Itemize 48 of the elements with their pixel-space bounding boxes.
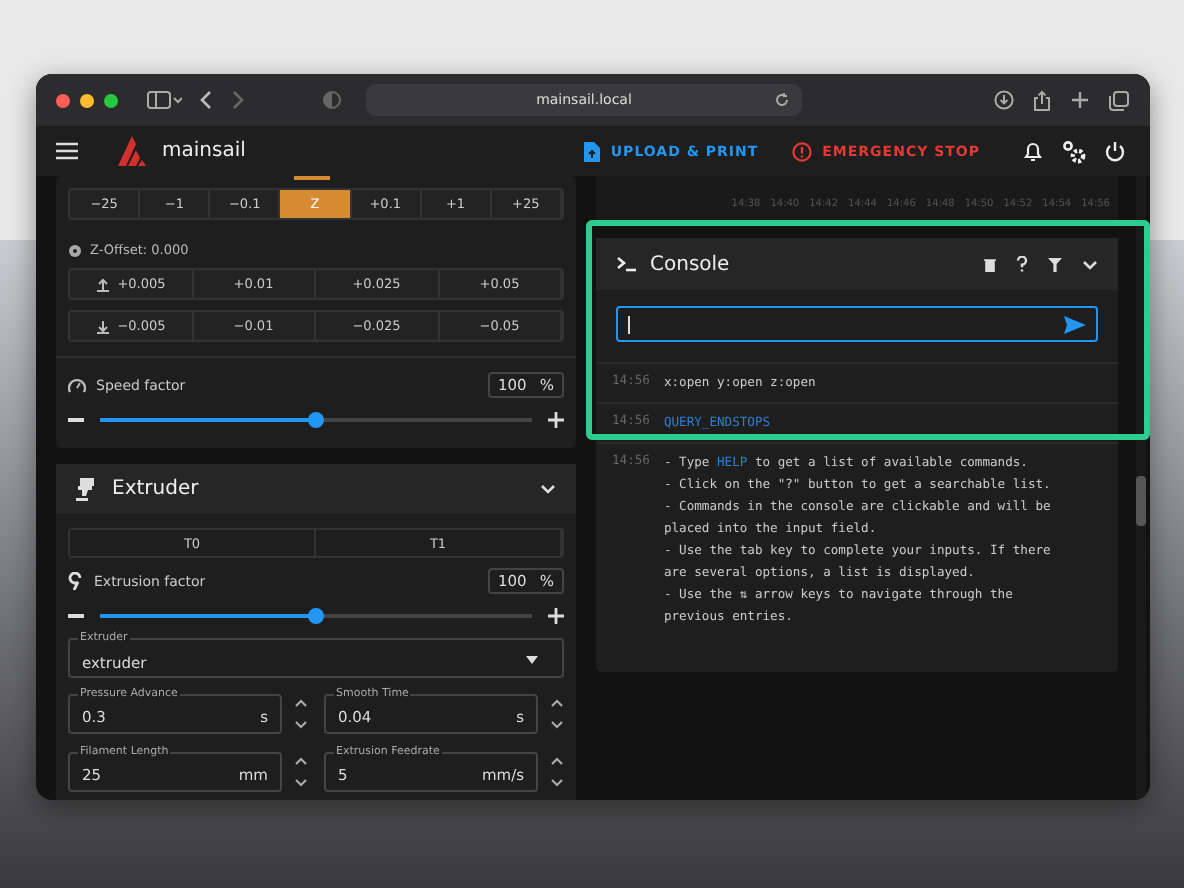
slider-thumb[interactable] — [308, 412, 324, 428]
menu-icon[interactable] — [56, 142, 78, 160]
decrement-icon[interactable] — [550, 778, 564, 788]
bell-icon[interactable] — [1022, 140, 1044, 162]
app-name: mainsail — [162, 140, 246, 162]
plus-icon[interactable] — [1070, 90, 1090, 110]
console-title: Console — [650, 253, 730, 275]
chevron-down-icon[interactable] — [1082, 259, 1098, 269]
sidebar-icon[interactable] — [146, 90, 182, 110]
caret-icon — [526, 656, 538, 664]
chevron-down-icon[interactable] — [540, 484, 556, 494]
share-icon[interactable] — [1032, 89, 1052, 111]
scrollbar[interactable] — [1136, 176, 1146, 800]
raise-icon — [95, 277, 110, 291]
increment-icon[interactable] — [294, 756, 308, 766]
decrement-icon[interactable] — [550, 720, 564, 730]
minimize-icon[interactable] — [80, 93, 94, 107]
speedometer-icon — [68, 377, 86, 393]
sail-logo-icon — [116, 136, 152, 166]
trash-icon[interactable] — [984, 257, 996, 271]
slider-thumb[interactable] — [308, 608, 324, 624]
help-icon[interactable] — [1016, 256, 1028, 272]
file-upload-icon — [584, 141, 601, 161]
tabs-icon[interactable] — [1108, 89, 1130, 111]
back-icon[interactable] — [198, 90, 214, 110]
extrusion-icon — [68, 572, 84, 590]
decrement-icon[interactable] — [294, 778, 308, 788]
extruder-icon — [76, 477, 98, 501]
send-icon[interactable] — [1064, 315, 1086, 333]
power-icon[interactable] — [1104, 140, 1126, 162]
download-icon[interactable] — [994, 90, 1014, 110]
zoom-icon[interactable] — [104, 93, 118, 107]
settings-icon[interactable] — [1062, 139, 1086, 163]
increment-icon[interactable] — [550, 756, 564, 766]
increment-icon[interactable] — [294, 698, 308, 708]
console-input-field[interactable] — [616, 306, 1098, 342]
reload-icon[interactable] — [774, 92, 790, 108]
lower-icon — [95, 319, 110, 333]
forward-icon[interactable] — [230, 90, 246, 110]
terminal-icon — [616, 256, 638, 272]
alert-icon — [792, 141, 813, 161]
decrement-icon[interactable] — [294, 720, 308, 730]
increment-icon[interactable] — [550, 698, 564, 708]
z-offset-icon — [68, 243, 82, 257]
filter-icon[interactable] — [1048, 257, 1062, 271]
extruder-title: Extruder — [112, 478, 199, 500]
axis-indicator — [294, 176, 330, 180]
close-icon[interactable] — [56, 93, 70, 107]
